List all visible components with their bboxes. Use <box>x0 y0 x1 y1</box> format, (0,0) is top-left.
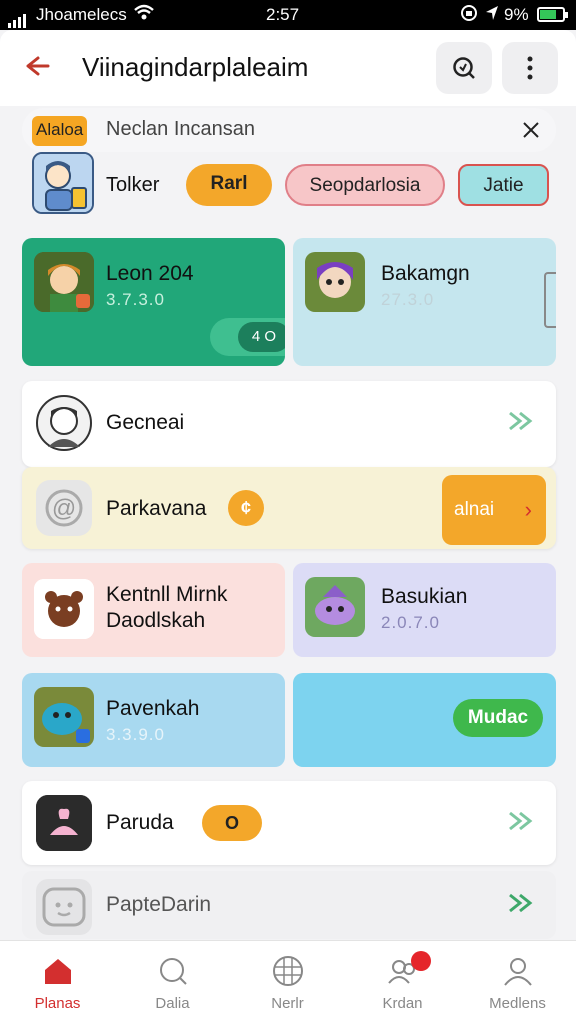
nav-item-nerlr[interactable]: Nerlr <box>230 941 345 1024</box>
nav-item-medlens[interactable]: Medlens <box>460 941 575 1024</box>
location-icon <box>484 4 500 27</box>
app-name: Kentnll Mirnk <box>106 583 228 606</box>
coin-badge: O <box>202 805 262 841</box>
app-name: Bakamgn <box>381 262 470 285</box>
item-name: Gecneai <box>106 411 185 434</box>
chevron-right-icon[interactable] <box>506 407 534 442</box>
nav-item-planas[interactable]: Planas <box>0 941 115 1024</box>
app-version: 27.3.0 <box>381 290 435 309</box>
app-subname: Daodlskah <box>106 609 206 632</box>
clock: 2:57 <box>266 5 300 24</box>
filter-pill-seopdarlosia[interactable]: Seopdarlosia <box>285 164 445 206</box>
app-card-pavenkah[interactable]: Pavenkah 3.3.9.0 <box>22 673 285 767</box>
search-icon <box>157 955 189 987</box>
toggle-label: 4 O <box>238 322 285 352</box>
battery-icon <box>537 7 568 22</box>
page-title: Viinagindarplaleaim <box>82 52 309 82</box>
bottom-navigation: Planas Dalia Nerlr Krdan Medlens <box>0 940 576 1024</box>
app-card-bakamgn[interactable]: Bakamgn 27.3.0 <box>293 238 556 366</box>
more-options-icon[interactable] <box>502 42 558 94</box>
search-button[interactable] <box>436 42 492 94</box>
app-card-basukian[interactable]: Basukian 2.0.7.0 <box>293 563 556 657</box>
notification-badge <box>411 951 431 971</box>
item-name: Parkavana <box>106 497 207 520</box>
svg-text:@: @ <box>52 495 76 522</box>
signal-icon <box>8 8 28 28</box>
app-card-leon[interactable]: Leon 204 3.7.3.0 4 O <box>22 238 285 366</box>
status-bar: Jhoamelecs 2:57 9% <box>0 0 576 30</box>
coin-badge: ¢ <box>228 490 264 526</box>
battery-percent: 9% <box>504 5 529 24</box>
list-item-parkavana[interactable]: @ Parkavana ¢ alnai › <box>22 467 556 549</box>
list-item-gecneai[interactable]: Gecneai <box>22 381 556 467</box>
search-tag[interactable]: Alaloa <box>32 116 88 146</box>
avatar <box>36 395 92 451</box>
app-name: Pavenkah <box>106 697 200 720</box>
filter-pill-jatie[interactable]: Jatie <box>458 164 549 206</box>
home-icon <box>42 955 74 987</box>
app-icon-paptedarin <box>36 879 92 935</box>
back-arrow-icon[interactable] <box>22 52 52 82</box>
item-name: Paruda <box>106 811 174 834</box>
grid-globe-icon <box>272 955 304 987</box>
app-header: Viinagindarplaleaim <box>0 30 576 106</box>
app-card-mudac[interactable]: Mudac <box>293 673 556 767</box>
wifi-icon <box>134 4 154 27</box>
scroll-handle[interactable] <box>544 272 556 328</box>
nav-label: Dalia <box>155 995 190 1012</box>
search-query-text[interactable]: Neclan Incansan <box>106 118 255 141</box>
app-icon-leon <box>34 252 94 312</box>
nav-item-dalia[interactable]: Dalia <box>115 941 230 1024</box>
nav-label: Nerlr <box>271 995 304 1012</box>
close-icon[interactable] <box>522 116 540 145</box>
filter-pill-rarl[interactable]: Rarl <box>186 164 272 206</box>
at-sign-icon: @ <box>36 480 92 536</box>
app-name: Basukian <box>381 585 468 608</box>
rotation-lock-icon <box>460 4 478 27</box>
app-icon-paruda <box>36 795 92 851</box>
action-button[interactable]: alnai › <box>442 475 546 545</box>
toggle-switch[interactable]: 4 O <box>210 318 285 356</box>
search-chip-bar[interactable]: Alaloa Neclan Incansan <box>22 108 556 152</box>
app-icon-kentnll <box>34 579 94 639</box>
app-icon-basukian <box>305 577 365 637</box>
chevron-right-icon: › <box>524 497 532 522</box>
app-card-kentnll[interactable]: Kentnll Mirnk Daodlskah <box>22 563 285 657</box>
item-name: PapteDarin <box>106 893 212 916</box>
nav-label: Planas <box>34 995 81 1012</box>
profile-icon <box>502 955 534 987</box>
chevron-right-icon[interactable] <box>506 889 534 924</box>
nav-label: Medlens <box>489 995 546 1012</box>
app-icon-bakamgn <box>305 252 365 312</box>
app-version: 3.7.3.0 <box>106 290 165 309</box>
app-version: 2.0.7.0 <box>381 613 440 632</box>
filter-label: Tolker <box>106 174 160 196</box>
list-item-paptedarin[interactable]: PapteDarin <box>22 871 556 939</box>
app-icon-pavenkah <box>34 687 94 747</box>
nav-item-krdan[interactable]: Krdan <box>345 941 460 1024</box>
app-name: Leon 204 <box>106 262 194 285</box>
user-avatar[interactable] <box>32 152 94 214</box>
app-version: 3.3.9.0 <box>106 725 165 744</box>
carrier-label: Jhoamelecs <box>36 5 127 24</box>
mudac-button[interactable]: Mudac <box>453 699 543 737</box>
list-item-paruda[interactable]: Paruda O <box>22 781 556 865</box>
chevron-right-icon[interactable] <box>506 807 534 842</box>
nav-label: Krdan <box>382 995 423 1012</box>
